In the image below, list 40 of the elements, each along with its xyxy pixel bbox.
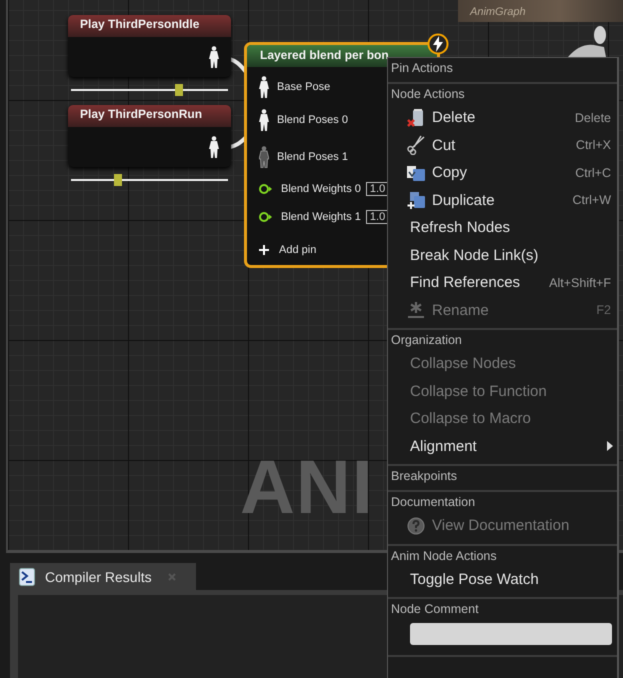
section-heading: Documentation bbox=[390, 494, 476, 511]
graph-watermark: ANI bbox=[240, 450, 374, 526]
pose-pin-icon[interactable] bbox=[259, 76, 269, 98]
section-heading: Organization bbox=[390, 332, 463, 349]
position-slider[interactable] bbox=[71, 174, 228, 186]
pin-label: Blend Poses 0 bbox=[277, 114, 348, 126]
node-title: Play ThirdPersonIdle bbox=[68, 15, 231, 37]
asterisk-icon bbox=[406, 300, 426, 320]
slider-thumb[interactable] bbox=[114, 174, 122, 186]
section-heading: Breakpoints bbox=[390, 468, 458, 485]
node-title: Play ThirdPersonRun bbox=[68, 105, 231, 127]
position-slider[interactable] bbox=[71, 84, 228, 96]
slider-thumb[interactable] bbox=[175, 84, 184, 96]
comment-field[interactable] bbox=[410, 623, 612, 645]
lightning-icon bbox=[427, 33, 449, 55]
pin-label: Blend Poses 1 bbox=[277, 150, 348, 162]
menu-item[interactable]: Find References Alt+Shift+F bbox=[388, 269, 617, 296]
help-icon bbox=[406, 516, 426, 536]
float-pin-icon[interactable] bbox=[259, 184, 273, 194]
animation-node[interactable]: Play ThirdPersonIdle bbox=[68, 15, 231, 77]
scissors-icon bbox=[406, 135, 426, 156]
graph-subtitle: AnimGraph bbox=[468, 6, 526, 20]
pin-label: Blend Weights 0 bbox=[281, 183, 361, 195]
animation-node[interactable]: Play ThirdPersonRun bbox=[68, 105, 231, 167]
menu-item[interactable]: Toggle Pose Watch bbox=[388, 566, 617, 593]
pose-pin-icon[interactable] bbox=[259, 108, 269, 130]
plus-icon bbox=[259, 245, 269, 255]
menu-item[interactable]: Alignment bbox=[388, 432, 617, 460]
pose-pin-icon[interactable] bbox=[259, 146, 269, 168]
pin-label: Blend Weights 1 bbox=[281, 211, 361, 223]
console-icon bbox=[19, 568, 35, 586]
panel-tab[interactable]: Compiler Results bbox=[10, 563, 196, 590]
duplicate-icon bbox=[406, 190, 426, 210]
pin-label: Base Pose bbox=[277, 81, 330, 93]
section-heading: Anim Node Actions bbox=[390, 548, 498, 564]
trash-icon bbox=[406, 108, 426, 128]
pose-pin-icon[interactable] bbox=[209, 136, 219, 158]
section-heading: Node Comment bbox=[390, 601, 480, 618]
float-pin-icon[interactable] bbox=[259, 212, 273, 222]
pose-pin-icon[interactable] bbox=[209, 46, 219, 68]
